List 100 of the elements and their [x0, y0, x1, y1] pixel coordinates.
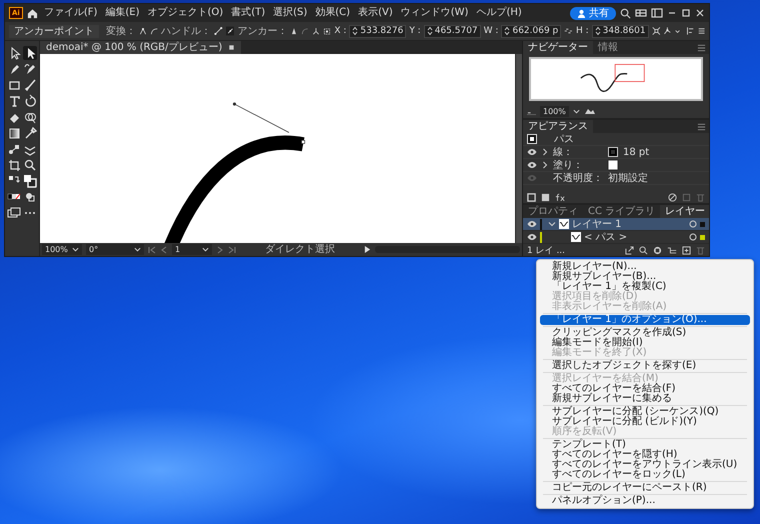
eye-icon[interactable]: [527, 233, 537, 241]
artboard-icon[interactable]: [6, 158, 20, 172]
menu-item[interactable]: サブレイヤーに分配 (ビルド)(Y): [540, 417, 750, 427]
menu-item[interactable]: 選択したオブジェクトを探す(E): [540, 361, 750, 371]
fill-stroke-icon[interactable]: [22, 174, 36, 188]
panel-menu-icon[interactable]: [697, 122, 706, 130]
rotation-field[interactable]: 0°: [86, 244, 144, 255]
menu-item[interactable]: 書式(T): [229, 7, 268, 19]
menu-item[interactable]: コピー元のレイヤーにペースト(R): [540, 483, 750, 493]
zoom-field[interactable]: 100%: [540, 106, 569, 116]
magnifier-icon[interactable]: [22, 158, 36, 172]
panel-tab[interactable]: プロパティ: [523, 205, 583, 218]
gradient-icon[interactable]: [6, 126, 20, 140]
panel-tab[interactable]: レイヤー: [660, 205, 709, 218]
number-field[interactable]: 533.8276: [349, 24, 406, 38]
menu-item[interactable]: すべてのレイヤーを隠す(H): [540, 450, 750, 460]
share-button[interactable]: 共有: [570, 6, 616, 20]
menu-item[interactable]: 新規レイヤー(N)...: [540, 262, 750, 272]
add-stroke-icon[interactable]: [527, 192, 536, 202]
attribute-label[interactable]: 線：: [553, 145, 603, 159]
menu-item[interactable]: すべてのレイヤーをロック(L): [540, 470, 750, 480]
menu-item[interactable]: 表示(V): [356, 7, 395, 19]
menu-item[interactable]: 「レイヤー 1」を複製(C): [540, 282, 750, 292]
zoom-field[interactable]: 100%: [42, 244, 82, 255]
attribute-label[interactable]: 不透明度：: [553, 171, 603, 185]
caret-icon[interactable]: [572, 108, 580, 114]
workspace-icon[interactable]: [635, 8, 647, 18]
menu-item[interactable]: すべてのレイヤーをアウトライン表示(U): [540, 460, 750, 470]
menu-item[interactable]: すべてのレイヤーを結合(F): [540, 384, 750, 394]
panel-tab[interactable]: アピアランス: [523, 120, 593, 133]
panel-tab[interactable]: 情報: [593, 41, 623, 54]
menu-item[interactable]: テンプレート(T): [540, 440, 750, 450]
document-tab[interactable]: demoai* @ 100 % (RGB/プレビュー): [40, 41, 242, 54]
new-layer-icon[interactable]: [682, 246, 691, 254]
maximize-icon[interactable]: [681, 8, 691, 18]
first-page-icon[interactable]: [148, 246, 156, 254]
close-icon[interactable]: [695, 8, 705, 18]
spinner-icon[interactable]: [594, 26, 601, 36]
eye-icon[interactable]: [527, 148, 537, 156]
chevron-icon[interactable]: [548, 220, 556, 228]
brush-icon[interactable]: [22, 78, 36, 92]
play-icon[interactable]: [364, 246, 371, 253]
isolate-icon[interactable]: [323, 26, 332, 36]
home-icon[interactable]: [26, 8, 38, 18]
menu-item[interactable]: 編集(E): [103, 7, 142, 19]
search-icon[interactable]: [639, 246, 648, 254]
fill-swatch[interactable]: [608, 160, 618, 170]
menu-icon[interactable]: [698, 26, 706, 36]
panel-tab[interactable]: ナビゲーター: [523, 41, 593, 54]
zoom-in-icon[interactable]: [584, 107, 596, 115]
layer-row[interactable]: レイヤー 1: [523, 218, 709, 231]
export-icon[interactable]: [625, 246, 634, 254]
align-icon[interactable]: [686, 25, 695, 37]
caret-icon[interactable]: [675, 28, 680, 34]
attribute-value[interactable]: 初期設定: [608, 171, 648, 185]
caret-icon[interactable]: [134, 246, 141, 253]
number-field[interactable]: 348.8601: [592, 24, 649, 38]
rotate-icon[interactable]: [22, 94, 36, 108]
smooth-point-icon[interactable]: [150, 26, 158, 36]
caret-icon[interactable]: [72, 246, 79, 253]
clear-icon[interactable]: [668, 192, 677, 202]
menu-item[interactable]: ヘルプ(H): [474, 7, 524, 19]
menu-item[interactable]: 新規サブレイヤー(B)...: [540, 272, 750, 282]
scrollbar[interactable]: [515, 54, 522, 243]
menu-item[interactable]: クリッピングマスクを作成(S): [540, 328, 750, 338]
spinner-icon[interactable]: [352, 26, 358, 36]
panel-icon[interactable]: [651, 8, 663, 18]
layer-row[interactable]: < パス >: [523, 231, 709, 244]
number-field[interactable]: 662.069 p: [501, 24, 562, 38]
last-page-icon[interactable]: [228, 246, 236, 254]
menu-item[interactable]: 新規サブレイヤーに集める: [540, 394, 750, 404]
curvature-pen-icon[interactable]: [22, 62, 36, 76]
menu-item[interactable]: 編集モードを開始(I): [540, 338, 750, 348]
search-icon[interactable]: [620, 8, 631, 18]
handle-icon[interactable]: [226, 25, 234, 37]
next-page-icon[interactable]: [216, 246, 224, 254]
menu-item[interactable]: 「レイヤー 1」のオプション(O)...: [540, 315, 750, 325]
close-icon[interactable]: [228, 44, 236, 51]
menu-item[interactable]: 選択(S): [271, 7, 310, 19]
fx-icon[interactable]: [555, 192, 565, 202]
attribute-value[interactable]: 18 pt: [623, 146, 650, 158]
caret-icon[interactable]: [202, 246, 209, 253]
transform-icon[interactable]: [652, 25, 660, 37]
menu-item[interactable]: サブレイヤーに分配 (シーケンス)(Q): [540, 407, 750, 417]
menu-item[interactable]: 効果(C): [313, 7, 352, 19]
panel-menu-icon[interactable]: [697, 44, 706, 52]
menu-item[interactable]: ウィンドウ(W): [398, 7, 470, 19]
menu-item[interactable]: ファイル(F): [42, 7, 100, 19]
artboard-field[interactable]: 1: [172, 244, 212, 255]
previous-page-icon[interactable]: [160, 246, 168, 254]
panel-tab[interactable]: CC ライブラリ: [583, 205, 660, 218]
spinner-icon[interactable]: [426, 26, 433, 36]
handle-icon[interactable]: [214, 25, 223, 37]
attribute-label[interactable]: 塗り：: [553, 158, 603, 172]
menu-item[interactable]: オブジェクト(O): [146, 7, 226, 19]
menu-item[interactable]: パネルオプション(P)...: [540, 496, 750, 506]
eye-icon[interactable]: [527, 161, 537, 169]
spinner-icon[interactable]: [504, 26, 510, 36]
eye-icon[interactable]: [527, 220, 537, 228]
number-field[interactable]: 465.5707: [424, 24, 481, 38]
